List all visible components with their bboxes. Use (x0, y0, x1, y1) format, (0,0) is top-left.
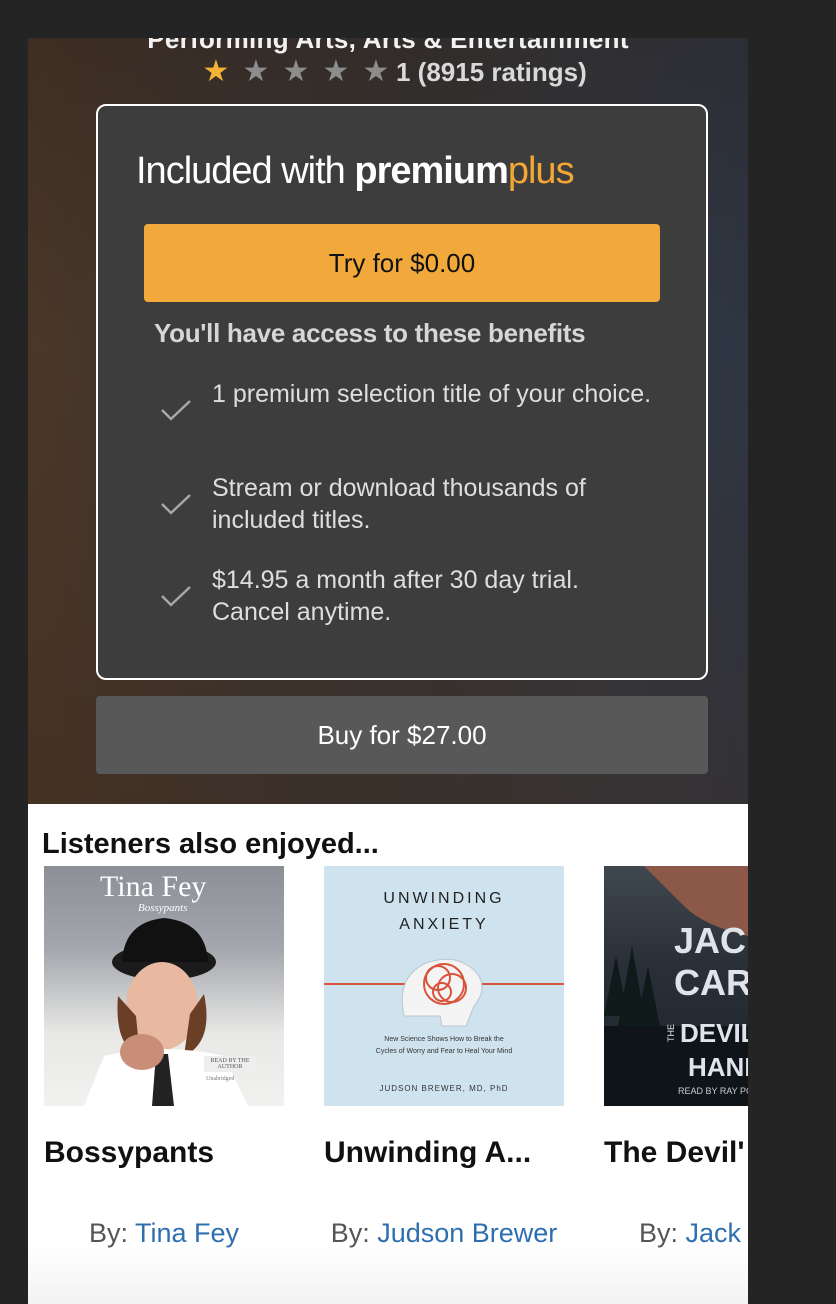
browser-top-bar (0, 0, 836, 38)
premium-plus-offer-card: Included with premiumplus Try for $0.00 … (96, 104, 708, 680)
checkmark-icon (161, 494, 191, 515)
cover-author: JUDSON BREWER, MD, PhD (379, 1084, 509, 1093)
cover-author-line1: JAC (674, 920, 747, 961)
benefits-heading: You'll have access to these benefits (154, 318, 586, 348)
cover-book-title: Bossypants (138, 902, 188, 914)
listeners-also-enjoyed-heading: Listeners also enjoyed... (42, 828, 379, 860)
cover-title-line2: HANI (688, 1052, 748, 1082)
star-empty-icon: ★ (242, 55, 270, 88)
recommendations-carousel[interactable]: Tina Fey Bossypants READ BY THE AUTHOR U… (44, 866, 748, 1304)
cover-title-line2: ANXIETY (399, 916, 489, 933)
star-filled-icon: ★ (202, 55, 230, 88)
cover-narrator: READ BY RAY PO (678, 1086, 748, 1096)
cover-author-name: Tina Fey (100, 870, 207, 903)
bottom-fade (28, 1244, 748, 1304)
checkmark-icon (161, 400, 191, 421)
book-cover-image[interactable]: JAC CAR THE DEVIL HANI READ BY RAY PO (604, 866, 748, 1106)
book-cover-image[interactable]: UNWINDING ANXIETY New Science Shows How … (324, 866, 564, 1106)
buy-button[interactable]: Buy for $27.00 (96, 696, 708, 774)
cover-narrator-note: READ BY THE AUTHOR (204, 1056, 256, 1072)
benefit-text: $14.95 a month after 30 day trial. Cance… (212, 566, 579, 626)
book-card[interactable]: JAC CAR THE DEVIL HANI READ BY RAY PO Th… (604, 866, 748, 1304)
book-title[interactable]: Unwinding A... (324, 1136, 574, 1170)
cover-title-the: THE (666, 1024, 676, 1042)
benefit-text: 1 premium selection title of your choice… (212, 380, 652, 408)
checkmark-icon (161, 586, 191, 607)
rating-row[interactable]: ★ ★ ★ ★ ★ 1 (8915 ratings) (196, 54, 587, 90)
book-cover-image[interactable]: Tina Fey Bossypants READ BY THE AUTHOR U… (44, 866, 284, 1106)
offer-title: Included with premiumplus (136, 150, 575, 193)
star-empty-icon: ★ (282, 55, 310, 88)
star-empty-icon: ★ (322, 55, 350, 88)
title-hero: Performing Arts, Arts & Entertainment ★ … (28, 38, 748, 804)
app-viewport: Performing Arts, Arts & Entertainment ★ … (28, 38, 748, 1304)
cover-author-line2: CAR (674, 962, 748, 1003)
offer-title-prefix: Included with (136, 150, 355, 192)
brand-logo-plus: plus (507, 150, 575, 192)
cover-edition-note: Unabridged (206, 1076, 235, 1082)
book-title[interactable]: The Devil' (604, 1136, 748, 1170)
cover-title-line1: DEVIL (680, 1018, 748, 1048)
cover-subtitle: New Science Shows How to Break the Cycle… (375, 1036, 513, 1055)
category-label[interactable]: Performing Arts, Arts & Entertainment (28, 38, 748, 55)
brand-logo-premium: premium (354, 150, 508, 192)
benefit-text: Stream or download thousands of included… (212, 474, 586, 534)
try-free-button[interactable]: Try for $0.00 (144, 224, 660, 302)
book-title[interactable]: Bossypants (44, 1136, 294, 1170)
rating-count: 1 (8915 ratings) (396, 56, 587, 87)
star-empty-icon: ★ (362, 55, 390, 88)
cover-title-line1: UNWINDING (383, 890, 505, 907)
